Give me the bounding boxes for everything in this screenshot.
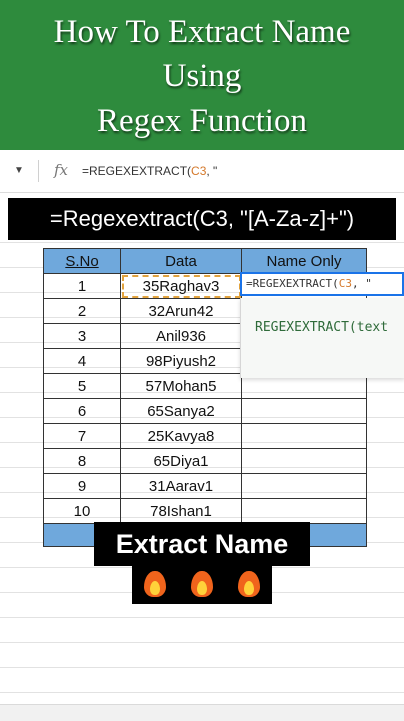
data-cell[interactable]: 35Raghav3 <box>120 273 242 299</box>
formula-input[interactable]: =REGEXEXTRACT(C3, " <box>82 164 217 178</box>
fire-icon <box>235 569 263 599</box>
cell-editor[interactable]: =REGEXEXTRACT(C3, " <box>240 272 404 296</box>
data-cell[interactable]: 31Aarav1 <box>120 473 242 499</box>
data-cell[interactable]: 65Diya1 <box>120 448 242 474</box>
name-cell[interactable] <box>241 423 367 449</box>
data-cell[interactable]: 78Ishan1 <box>120 498 242 524</box>
data-cell[interactable]: Anil936 <box>120 323 242 349</box>
header-row: S.No Data Name Only <box>43 248 367 274</box>
table-row: 6 65Sanya2 <box>43 398 367 424</box>
table-row: 9 31Aarav1 <box>43 473 367 499</box>
sno-cell[interactable]: 8 <box>43 448 121 474</box>
sno-cell[interactable]: 4 <box>43 348 121 374</box>
editor-prefix: =REGEXEXTRACT( <box>246 277 339 290</box>
header-name-only[interactable]: Name Only <box>241 248 367 274</box>
bottom-bar <box>0 704 404 721</box>
table-row: 7 25Kavya8 <box>43 423 367 449</box>
table-row: 8 65Diya1 <box>43 448 367 474</box>
header-data[interactable]: Data <box>120 248 242 274</box>
editor-suffix: , " <box>351 277 372 290</box>
formula-bar: ▼ fx =REGEXEXTRACT(C3, " <box>0 150 404 193</box>
autocomplete-suggestion[interactable]: REGEXEXTRACT(text <box>255 320 388 335</box>
sno-cell[interactable]: 1 <box>43 273 121 299</box>
data-cell[interactable]: 98Piyush2 <box>120 348 242 374</box>
header-sno[interactable]: S.No <box>43 248 121 274</box>
title-line-1: How To Extract Name <box>53 14 351 50</box>
data-cell[interactable]: 25Kavya8 <box>120 423 242 449</box>
overlay-title: Extract Name <box>94 522 310 566</box>
name-cell[interactable] <box>241 448 367 474</box>
sno-cell[interactable]: 6 <box>43 398 121 424</box>
data-cell[interactable]: 32Arun42 <box>120 298 242 324</box>
data-cell[interactable]: 65Sanya2 <box>120 398 242 424</box>
title-banner: How To Extract Name Using Regex Function <box>0 0 404 150</box>
formula-bar-divider <box>38 160 39 182</box>
fire-icon <box>188 569 216 599</box>
name-cell[interactable] <box>241 498 367 524</box>
formula-suffix: , " <box>206 164 218 178</box>
sno-cell[interactable]: 9 <box>43 473 121 499</box>
formula-caption: =Regexextract(C3, "[A-Za-z]+") <box>8 198 396 240</box>
sno-cell[interactable]: 7 <box>43 423 121 449</box>
sno-cell[interactable]: 10 <box>43 498 121 524</box>
fire-icons-box <box>132 564 272 604</box>
autocomplete-popup: REGEXEXTRACT(text <box>240 298 404 378</box>
table-row: 10 78Ishan1 <box>43 498 367 524</box>
formula-ref: C3 <box>191 164 207 178</box>
sno-cell[interactable]: 5 <box>43 373 121 399</box>
sno-cell[interactable]: 3 <box>43 323 121 349</box>
sno-cell[interactable]: 2 <box>43 298 121 324</box>
title-line-2: Using <box>162 58 242 94</box>
title-line-3: Regex Function <box>97 103 307 139</box>
data-cell[interactable]: 57Mohan5 <box>120 373 242 399</box>
editor-ref: C3 <box>338 277 352 290</box>
fire-icon <box>141 569 169 599</box>
formula-prefix: =REGEXEXTRACT( <box>82 164 192 178</box>
name-cell[interactable] <box>241 398 367 424</box>
fx-icon: fx <box>54 161 69 179</box>
name-cell[interactable] <box>241 473 367 499</box>
dropdown-caret-icon[interactable]: ▼ <box>14 165 24 176</box>
